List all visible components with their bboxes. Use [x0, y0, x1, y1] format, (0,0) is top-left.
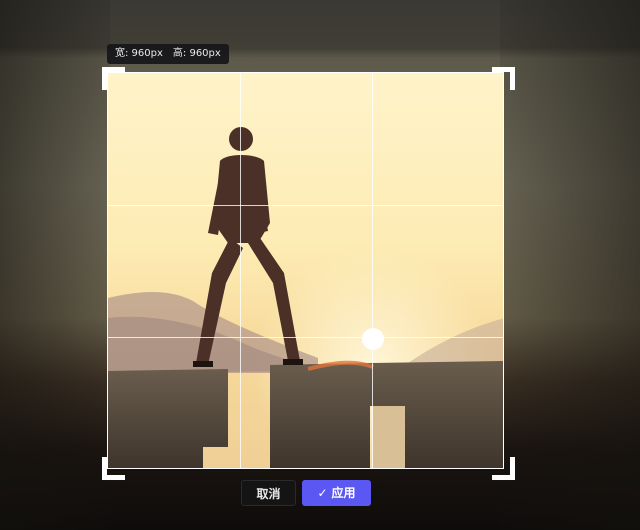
cancel-button[interactable]: 取消 — [241, 480, 296, 506]
cancel-button-label: 取消 — [256, 487, 281, 501]
background-shade-left — [0, 0, 110, 530]
apply-button-label: 应用 — [331, 486, 356, 500]
background-shade-right — [500, 0, 640, 530]
crop-gridline-vertical-1 — [240, 73, 241, 468]
check-icon: ✓ — [317, 486, 328, 500]
crop-width-label: 宽: 960px — [115, 48, 163, 59]
crop-handle-bottom-left[interactable] — [102, 457, 125, 480]
apply-button[interactable]: ✓ 应用 — [302, 480, 371, 506]
crop-gridline-horizontal-2 — [108, 337, 503, 338]
crop-area[interactable] — [107, 72, 504, 469]
crop-handle-bottom-right[interactable] — [492, 457, 515, 480]
crop-gridline-vertical-2 — [372, 73, 373, 468]
cropped-photo — [108, 73, 503, 468]
crop-size-badge: 宽: 960px 高: 960px — [107, 44, 229, 64]
crop-handle-top-right[interactable] — [492, 67, 515, 90]
crop-height-label: 高: 960px — [172, 48, 221, 59]
crop-handle-top-left[interactable] — [102, 67, 125, 90]
crop-gridline-horizontal-1 — [108, 205, 503, 206]
